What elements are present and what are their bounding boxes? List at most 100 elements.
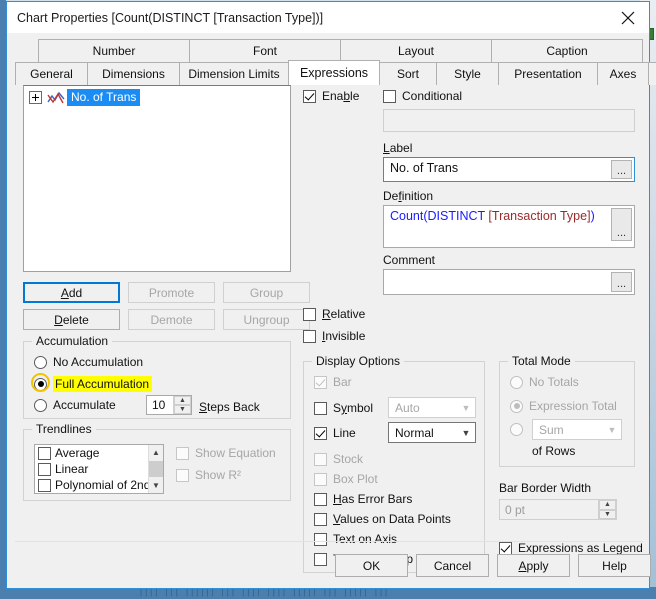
no-totals-label: No Totals [529,375,579,389]
stepper-arrows: ▲ ▼ [598,500,616,519]
list-item[interactable]: No. of Trans [24,89,290,106]
display-options-title: Display Options [312,354,405,368]
list-item[interactable]: Average [35,445,163,461]
bar-border-width-stepper: 0 pt ▲ ▼ [499,499,617,520]
checkbox-icon [314,452,327,466]
checkbox-icon [176,468,189,482]
checkbox-icon [176,446,189,460]
show-r2-label: Show R² [195,468,242,482]
close-icon[interactable] [607,2,649,33]
aggregation-combo: Sum ▼ [532,419,622,440]
radio-expression-total: Expression Total [510,399,617,413]
checkbox-values-on-data-points[interactable]: Values on Data Points [314,512,451,526]
expand-plus-icon[interactable] [29,91,42,104]
checkbox-relative[interactable]: Relative [303,307,365,321]
radio-no-accumulation[interactable]: No Accumulation [34,355,143,369]
help-button[interactable]: Help [578,554,651,577]
comment-browse-button[interactable]: ... [611,272,632,292]
cancel-button[interactable]: Cancel [416,554,489,577]
trendlines-group: Trendlines Average Linear Polynomial of … [23,422,291,501]
list-item[interactable]: Polynomial of 2nd d [35,477,163,493]
radio-full-accumulation[interactable]: Full Accumulation [31,373,153,392]
checkbox-icon[interactable] [38,478,51,492]
checkbox-icon[interactable] [303,89,316,103]
of-rows-label: of Rows [532,444,576,458]
checkbox-icon[interactable] [38,446,51,460]
steps-back-stepper[interactable]: 10 ▲ ▼ [146,395,192,415]
checkbox-icon[interactable] [303,329,316,343]
expression-list[interactable]: No. of Trans [23,85,291,272]
trendline-label: Linear [55,462,89,476]
radio-icon[interactable] [34,377,47,391]
box-plot-label: Box Plot [333,472,378,486]
checkbox-icon[interactable] [303,307,316,321]
comment-value [384,270,611,273]
scrollbar-thumb[interactable] [149,461,163,477]
tab-caption[interactable]: Caption [491,39,643,62]
radio-icon[interactable] [34,398,47,412]
checkbox-line[interactable]: Line [314,426,356,440]
checkbox-icon[interactable] [314,401,327,415]
checkbox-symbol[interactable]: Symbol [314,401,373,415]
apply-button[interactable]: Apply [497,554,570,577]
radio-no-accumulation-label: No Accumulation [53,355,144,369]
checkbox-invisible[interactable]: Invisible [303,329,365,343]
list-item[interactable]: Linear [35,461,163,477]
checkbox-stock: Stock [314,452,363,466]
line-combo[interactable]: Normal ▼ [388,422,476,443]
bar-border-width-caption: Bar Border Width [499,481,592,495]
definition-input[interactable]: Count(DISTINCT [Transaction Type]) ... [383,205,635,248]
checkbox-enable[interactable]: Enable [303,89,359,103]
trendlines-scrollbar[interactable]: ▲ ▼ [148,445,163,493]
checkbox-icon[interactable] [314,426,327,440]
stepper-arrows[interactable]: ▲ ▼ [173,396,191,414]
tab-expressions[interactable]: Expressions [288,60,380,85]
checkbox-icon[interactable] [314,512,327,526]
invisible-label: Invisible [322,329,366,343]
dialog-titlebar: Chart Properties [Count(DISTINCT [Transa… [7,2,649,33]
scroll-up-icon[interactable]: ▲ [149,445,163,460]
stepper-up-icon[interactable]: ▲ [174,396,191,405]
radio-accumulate-steps[interactable]: Accumulate [34,398,116,412]
label-browse-button[interactable]: ... [611,160,632,179]
total-mode-group: Total Mode No Totals Expression Total Su… [499,354,635,467]
bar-label: Bar [333,375,352,389]
label-input[interactable]: No. of Trans ... [383,157,635,182]
checkbox-conditional[interactable]: Conditional [383,89,462,103]
comment-caption: Comment [383,253,436,267]
ok-button[interactable]: OK [335,554,408,577]
stepper-down-icon[interactable]: ▼ [174,405,191,414]
tab-number[interactable]: Number [38,39,190,62]
checkbox-bar: Bar [314,375,352,389]
dialog-footer: OK Cancel Apply Help [7,544,651,588]
checkbox-has-error-bars[interactable]: Has Error Bars [314,492,412,506]
label-caption: Label [383,141,413,155]
dialog-title: Chart Properties [Count(DISTINCT [Transa… [17,10,324,25]
add-button[interactable]: Add [23,282,120,303]
expressions-panel: No. of Trans Add Promote Group Delete De… [15,79,643,575]
tab-colors[interactable]: Colors [648,62,656,85]
list-item[interactable]: Polynomial of 3rd d [35,493,163,494]
delete-button[interactable]: Delete [23,309,120,330]
trendline-label: Average [55,446,100,460]
checkbox-icon[interactable] [383,89,396,103]
definition-browse-button[interactable]: ... [611,208,632,241]
chevron-down-icon[interactable]: ▼ [457,428,475,438]
checkbox-icon[interactable] [314,492,327,506]
scroll-down-icon[interactable]: ▼ [149,478,163,493]
tab-font[interactable]: Font [189,39,341,62]
enable-label: Enable [322,89,360,103]
trendlines-list[interactable]: Average Linear Polynomial of 2nd d ▲ ▼ [34,444,164,494]
checkbox-show-r2: Show R² [176,468,241,482]
tab-layout[interactable]: Layout [340,39,492,62]
checkbox-show-equation: Show Equation [176,446,276,460]
checkbox-icon [314,472,327,486]
stock-label: Stock [333,452,364,466]
tab-row-top: Number Font Layout Caption [38,39,643,62]
dialog-body: Number Font Layout Caption General Dimen… [7,33,656,588]
steps-back-value: 10 [152,398,166,412]
checkbox-icon[interactable] [38,462,51,476]
comment-input[interactable]: ... [383,269,635,295]
radio-icon[interactable] [34,355,47,369]
has-error-bars-label: Has Error Bars [333,492,413,506]
